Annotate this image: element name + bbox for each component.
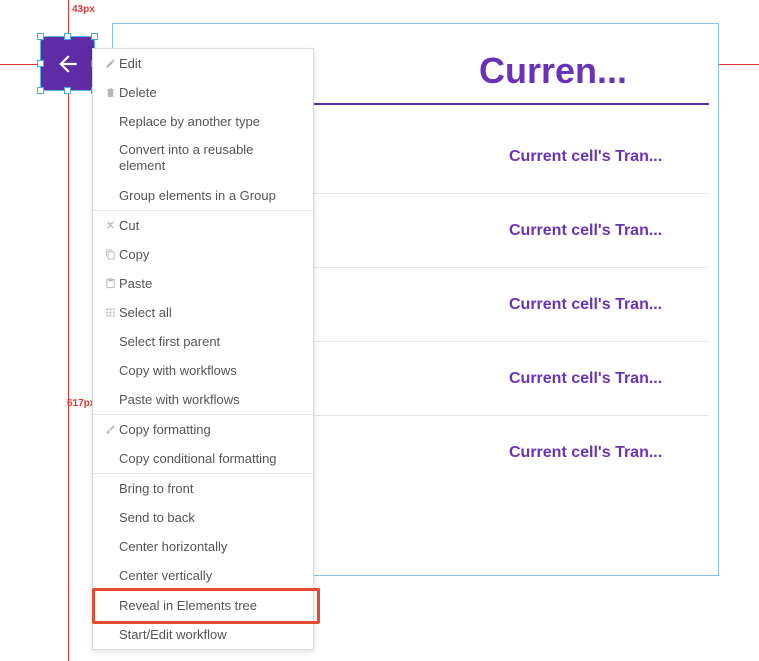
menu-label: Start/Edit workflow <box>119 627 303 642</box>
menu-convert[interactable]: Convert into a reusable element <box>93 136 313 181</box>
menu-label: Group elements in a Group <box>119 188 303 203</box>
header-status: Curren... <box>479 50 709 92</box>
dim-top: 43px <box>72 4 95 15</box>
menu-center-h[interactable]: Center horizontally <box>93 532 313 561</box>
cell-status: Current cell's Tran... <box>509 148 709 166</box>
clipboard-icon <box>101 276 119 290</box>
menu-label: Edit <box>119 56 303 71</box>
blank-icon <box>101 539 119 553</box>
menu-reveal-tree[interactable]: Reveal in Elements tree <box>93 591 313 620</box>
menu-start-workflow[interactable]: Start/Edit workflow <box>93 620 313 649</box>
menu-paste[interactable]: Paste <box>93 269 313 298</box>
menu-label: Copy with workflows <box>119 363 303 378</box>
cell-status: Current cell's Tran... <box>509 444 709 462</box>
menu-label: Bring to front <box>119 481 303 496</box>
blank-icon <box>101 510 119 524</box>
menu-label: Send to back <box>119 510 303 525</box>
blank-icon <box>101 598 119 612</box>
menu-label: Select all <box>119 305 303 320</box>
menu-label: Replace by another type <box>119 114 303 129</box>
trash-icon <box>101 86 119 100</box>
menu-cut[interactable]: Cut <box>93 211 313 240</box>
menu-copy-conditional[interactable]: Copy conditional formatting <box>93 444 313 473</box>
menu-bring-front[interactable]: Bring to front <box>93 474 313 503</box>
blank-icon <box>101 334 119 348</box>
menu-copy-workflows[interactable]: Copy with workflows <box>93 356 313 385</box>
brush-icon <box>101 422 119 436</box>
menu-label: Center horizontally <box>119 539 303 554</box>
menu-copy-formatting[interactable]: Copy formatting <box>93 415 313 444</box>
menu-label: Select first parent <box>119 334 303 349</box>
menu-select-all[interactable]: Select all <box>93 298 313 327</box>
menu-copy[interactable]: Copy <box>93 240 313 269</box>
context-menu: Edit Delete Replace by another type Conv… <box>92 48 314 650</box>
menu-group[interactable]: Group elements in a Group <box>93 181 313 210</box>
cell-status: Current cell's Tran... <box>509 222 709 240</box>
blank-icon <box>101 481 119 495</box>
arrow-left-icon <box>55 51 81 77</box>
blank-icon <box>101 627 119 641</box>
back-button[interactable] <box>40 36 95 91</box>
blank-icon <box>101 363 119 377</box>
menu-label: Convert into a reusable element <box>119 142 303 175</box>
menu-label: Reveal in Elements tree <box>119 598 303 613</box>
blank-icon <box>101 115 119 129</box>
menu-replace[interactable]: Replace by another type <box>93 107 313 136</box>
blank-icon <box>101 392 119 406</box>
menu-label: Copy conditional formatting <box>119 451 303 466</box>
cell-status: Current cell's Tran... <box>509 296 709 314</box>
blank-icon <box>101 188 119 202</box>
scissors-icon <box>101 218 119 232</box>
menu-center-v[interactable]: Center vertically <box>93 561 313 590</box>
menu-delete[interactable]: Delete <box>93 78 313 107</box>
menu-label: Center vertically <box>119 568 303 583</box>
blank-icon <box>101 568 119 582</box>
cell-status: Current cell's Tran... <box>509 370 709 388</box>
menu-edit[interactable]: Edit <box>93 49 313 78</box>
menu-label: Paste <box>119 276 303 291</box>
pencil-icon <box>101 57 119 71</box>
menu-label: Paste with workflows <box>119 392 303 407</box>
blank-icon <box>101 151 119 165</box>
menu-label: Copy <box>119 247 303 262</box>
menu-label: Cut <box>119 218 303 233</box>
menu-select-parent[interactable]: Select first parent <box>93 327 313 356</box>
menu-paste-workflows[interactable]: Paste with workflows <box>93 385 313 414</box>
menu-label: Delete <box>119 85 303 100</box>
menu-label: Copy formatting <box>119 422 303 437</box>
menu-send-back[interactable]: Send to back <box>93 503 313 532</box>
grid-icon <box>101 305 119 319</box>
copy-icon <box>101 247 119 261</box>
blank-icon <box>101 451 119 465</box>
